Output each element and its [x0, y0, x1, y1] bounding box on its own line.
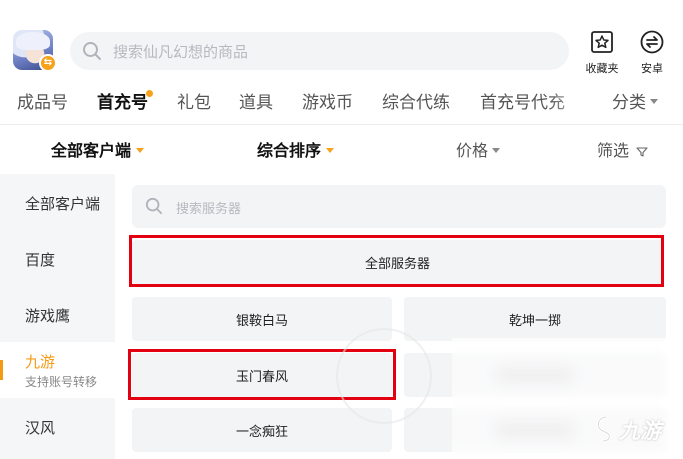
- screen-filter-label: 筛选: [597, 141, 630, 160]
- jiuyou-logo-icon: [596, 415, 611, 443]
- app-avatar[interactable]: ⇆: [13, 30, 57, 72]
- tab-items[interactable]: 道具: [239, 88, 273, 113]
- chevron-down-icon: [136, 147, 145, 153]
- client-sidebar: 全部客户端 百度 游戏鹰 九游 支持账号转移 汉风: [0, 174, 115, 459]
- search-placeholder: 搜索仙凡幻想的商品: [113, 43, 249, 61]
- server-search-input[interactable]: 搜索服务器: [132, 185, 666, 228]
- sidebar-item-youxiying[interactable]: 游戏鹰: [0, 286, 115, 342]
- category-label: 分类: [612, 93, 646, 113]
- star-icon: [591, 31, 613, 53]
- watermark-text: 九游: [619, 419, 661, 443]
- category-tabs: 成品号 首充号 礼包 道具 游戏币 综合代练 首充号代充 分类: [0, 84, 683, 116]
- tab-gift-pack[interactable]: 礼包: [177, 88, 211, 113]
- tab-finished-account[interactable]: 成品号: [17, 88, 68, 113]
- screen-filter[interactable]: 筛选: [597, 137, 648, 161]
- watermark-ring: [336, 328, 432, 424]
- chevron-down-icon: [326, 147, 335, 153]
- client-filter[interactable]: 全部客户端: [51, 137, 145, 161]
- server-chip[interactable]: 一念痴狂: [132, 408, 392, 452]
- search-input[interactable]: 搜索仙凡幻想的商品: [70, 32, 569, 70]
- search-icon: [145, 197, 163, 215]
- chevron-down-icon: [650, 99, 658, 104]
- sidebar-item-baidu[interactable]: 百度: [0, 230, 115, 286]
- sidebar-item-label: 百度: [25, 251, 56, 269]
- sidebar-item-label: 游戏鹰: [25, 307, 71, 325]
- watermark-logo: 九游: [593, 414, 661, 445]
- server-search-placeholder: 搜索服务器: [176, 202, 242, 217]
- sidebar-item-sublabel: 支持账号转移: [25, 375, 98, 389]
- sidebar-item-hanfeng[interactable]: 汉风: [0, 398, 115, 454]
- new-dot-icon: [146, 90, 153, 97]
- server-chip-all[interactable]: 全部服务器: [132, 240, 663, 285]
- price-filter-label: 价格: [456, 141, 489, 160]
- active-indicator: [0, 360, 3, 380]
- swap-circle-icon: [640, 30, 664, 54]
- sidebar-item-label: 汉风: [25, 419, 56, 437]
- price-filter[interactable]: 价格: [456, 137, 501, 161]
- tab-first-charge[interactable]: 首充号: [97, 88, 153, 113]
- sidebar-item-label: 全部客户端: [25, 195, 101, 213]
- swap-icon: ⇆: [39, 54, 57, 72]
- tab-first-charge-label: 首充号: [97, 93, 148, 113]
- android-button[interactable]: 安卓: [632, 30, 672, 76]
- divider: [0, 124, 683, 125]
- android-label: 安卓: [641, 62, 663, 75]
- search-icon: [83, 42, 101, 60]
- tabs-fade: [548, 84, 598, 116]
- filter-icon: [636, 146, 648, 157]
- sort-filter-label: 综合排序: [257, 141, 322, 160]
- chevron-down-icon: [492, 147, 501, 153]
- favorites-button[interactable]: 收藏夹: [582, 30, 622, 76]
- server-chip[interactable]: 银鞍白马: [132, 297, 392, 341]
- sidebar-item-jiuyou[interactable]: 九游 支持账号转移: [0, 342, 115, 398]
- sidebar-item-label: 九游: [25, 353, 56, 371]
- tab-leveling[interactable]: 综合代练: [382, 88, 450, 113]
- sort-filter[interactable]: 综合排序: [257, 137, 335, 161]
- client-filter-label: 全部客户端: [51, 141, 132, 160]
- category-dropdown[interactable]: 分类: [612, 88, 658, 113]
- tab-game-currency[interactable]: 游戏币: [302, 88, 353, 113]
- favorites-label: 收藏夹: [585, 62, 619, 75]
- server-chip[interactable]: 乾坤一掷: [404, 297, 666, 341]
- sidebar-item-all-clients[interactable]: 全部客户端: [0, 174, 115, 230]
